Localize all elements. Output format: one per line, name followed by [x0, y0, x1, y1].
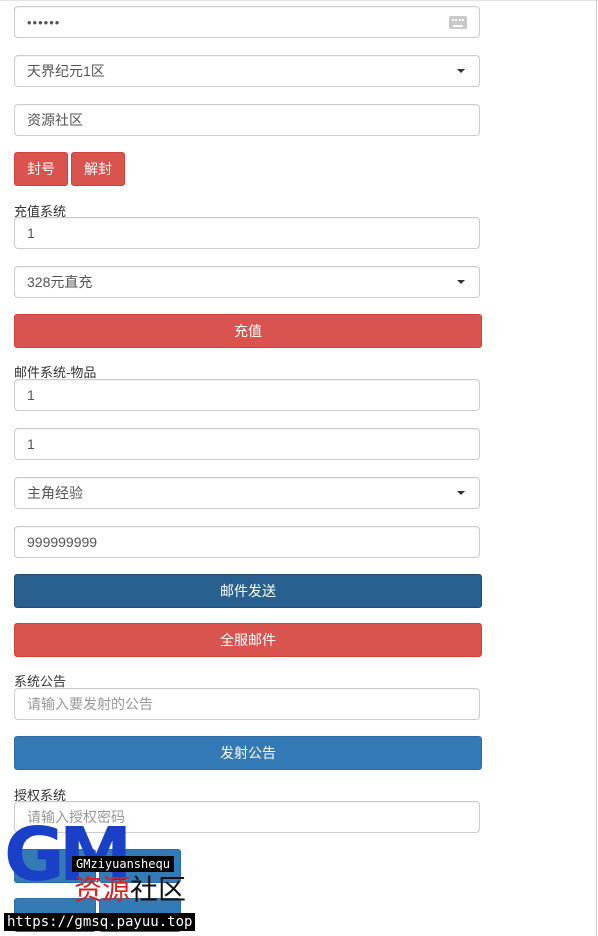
chevron-down-icon — [457, 491, 465, 495]
mail-quantity-value: 999999999 — [27, 534, 98, 550]
recharge-amount-input[interactable]: 1 — [14, 217, 480, 249]
server-select-value: 天界纪元1区 — [27, 63, 105, 79]
unban-button[interactable]: 解封 — [71, 152, 125, 186]
mail-field-1-value: 1 — [27, 387, 35, 403]
announce-input[interactable]: 请输入要发射的公告 — [14, 688, 480, 720]
mail-item-select[interactable]: 主角经验 — [14, 477, 480, 509]
recharge-package-select[interactable]: 328元直充 — [14, 266, 480, 298]
community-input-value: 资源社区 — [27, 112, 83, 128]
watermark-chinese: 资源社区 — [74, 876, 186, 904]
recharge-amount-value: 1 — [27, 225, 35, 241]
mail-quantity-input[interactable]: 999999999 — [14, 526, 480, 558]
watermark-chinese-black: 社区 — [130, 873, 187, 906]
watermark-chinese-red: 资源 — [74, 873, 131, 906]
keyboard-icon[interactable] — [449, 15, 467, 29]
page-top-border — [0, 0, 598, 1]
mail-item-value: 主角经验 — [27, 485, 83, 501]
mail-all-server-button[interactable]: 全服邮件 — [14, 623, 482, 657]
password-value: •••••• — [27, 14, 61, 30]
mail-send-button[interactable]: 邮件发送 — [14, 574, 482, 608]
mail-field-1[interactable]: 1 — [14, 379, 480, 411]
chevron-down-icon — [457, 280, 465, 284]
announce-input-placeholder: 请输入要发射的公告 — [27, 696, 153, 712]
mail-field-2-value: 1 — [27, 436, 35, 452]
mail-field-2[interactable]: 1 — [14, 428, 480, 460]
recharge-package-value: 328元直充 — [27, 274, 93, 290]
community-input[interactable]: 资源社区 — [14, 104, 480, 136]
chevron-down-icon — [457, 69, 465, 73]
ban-button[interactable]: 封号 — [14, 152, 68, 186]
watermark-tag: GMziyuanshequ — [72, 856, 174, 872]
announce-button[interactable]: 发射公告 — [14, 736, 482, 770]
page-right-border — [596, 0, 597, 936]
server-select[interactable]: 天界纪元1区 — [14, 55, 480, 87]
watermark-logo: GM GMziyuanshequ 资源社区 https://gmsq.payuu… — [0, 818, 210, 936]
watermark-url: https://gmsq.payuu.top — [4, 913, 196, 931]
password-input[interactable]: •••••• — [14, 6, 480, 38]
recharge-button[interactable]: 充值 — [14, 314, 482, 348]
